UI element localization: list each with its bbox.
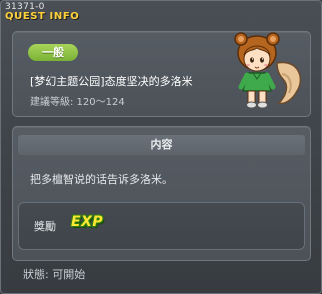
- category-badge: 一般: [28, 44, 78, 61]
- quest-content-panel: 内容 把多檀智说的话告诉多洛米。 獎勵 EXP: [12, 126, 311, 261]
- content-section-header: 内容: [18, 135, 305, 155]
- recommended-level: 建議等級: 120～124: [30, 97, 125, 108]
- quest-status: 狀態: 可開始: [23, 268, 86, 281]
- reward-box: 獎勵 EXP: [18, 202, 305, 250]
- npc-character-icon: [227, 29, 307, 113]
- quest-description: 把多檀智说的话告诉多洛米。: [30, 173, 173, 186]
- exp-icon: EXP: [71, 214, 104, 230]
- reward-label: 獎勵: [34, 220, 56, 233]
- quest-info-window: 31371-0 QUEST INFO 一般 [梦幻主题公园]态度坚决的多洛米 建…: [0, 0, 322, 294]
- window-title[interactable]: QUEST INFO: [5, 11, 79, 22]
- quest-name: [梦幻主题公园]态度坚决的多洛米: [30, 75, 193, 88]
